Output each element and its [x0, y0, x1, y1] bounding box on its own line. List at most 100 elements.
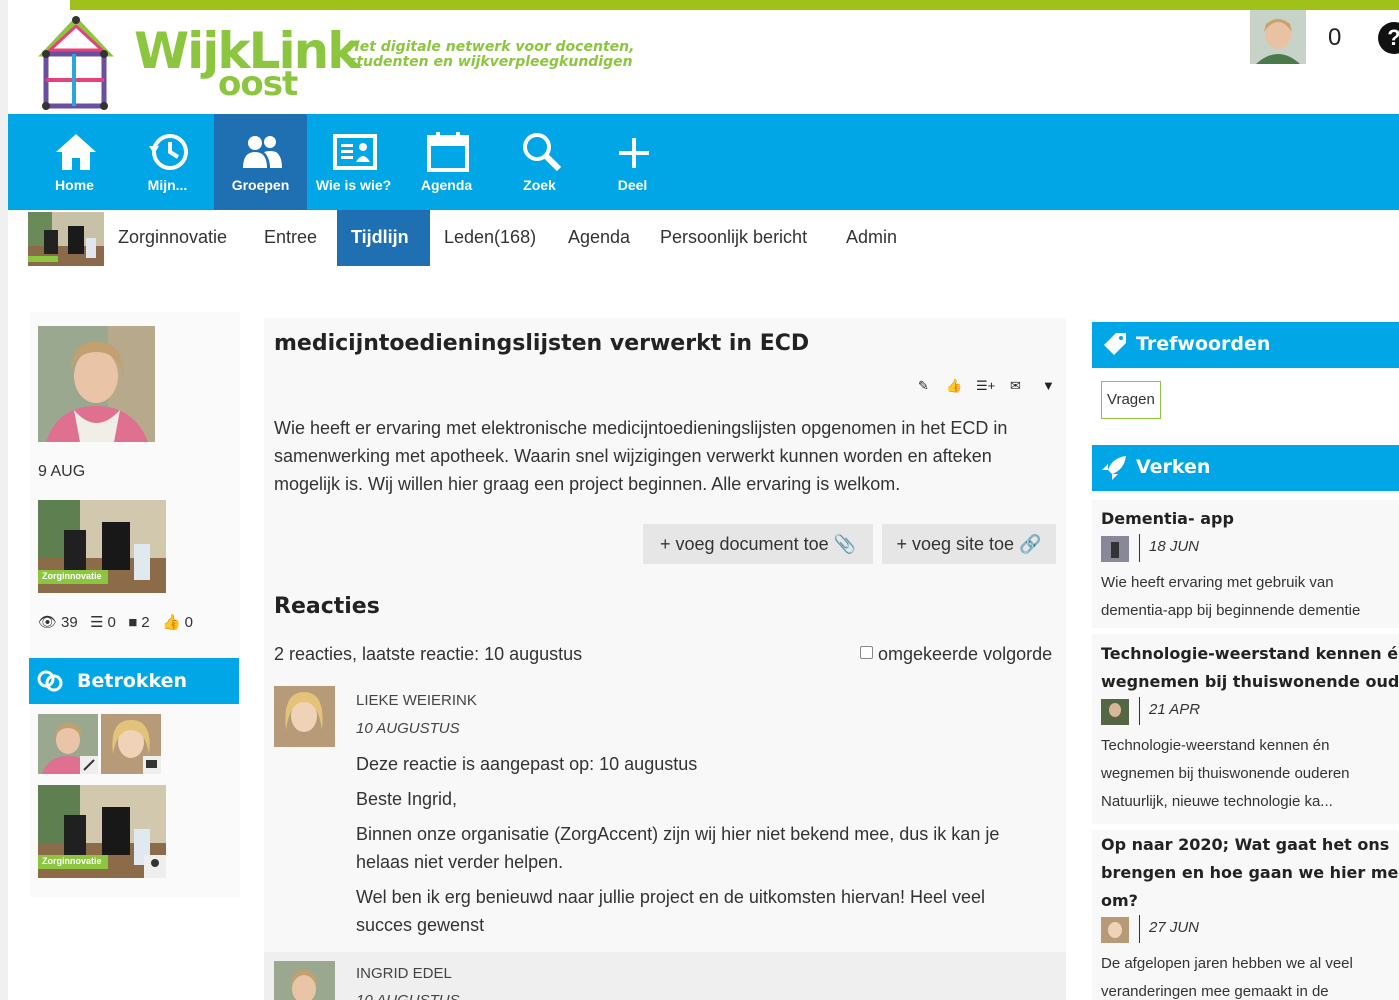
post-stats: 👁 39 ☰ 0 ■ 2 👍 0 — [38, 613, 197, 631]
reply-paragraph-1: Binnen onze organisatie (ZorgAccent) zij… — [356, 824, 1000, 872]
verken-header: Verken — [1092, 445, 1399, 491]
verken-item-title-line-3[interactable]: om? — [1101, 887, 1399, 915]
subnav-persoonlijk-bericht[interactable]: Persoonlijk bericht — [646, 210, 821, 266]
link-icon: 🔗 — [1019, 534, 1042, 554]
add-site-label: + voeg site toe — [896, 534, 1015, 554]
site-header: WijkLink oost Het digitale netwerk voor … — [8, 10, 1399, 114]
post-body: Wie heeft er ervaring met elektronische … — [274, 418, 1008, 494]
nav-deel[interactable]: Deel — [586, 114, 679, 210]
eye-icon: 👁 — [38, 614, 58, 631]
paperclip-icon: 📎 — [833, 534, 857, 554]
main-navigation: Home Mijn... Groepen Wie is wie? Agenda … — [8, 114, 1399, 210]
reacties-heading: Reacties — [274, 594, 380, 619]
verken-item-description: De afgelopen jaren hebben we al veel ver… — [1101, 955, 1353, 1000]
chevron-down-icon[interactable]: ▼ — [1042, 378, 1055, 393]
list-icon: ☰ — [85, 614, 104, 631]
user-avatar[interactable] — [1250, 10, 1306, 64]
nav-agenda-label: Agenda — [420, 177, 473, 193]
tag-icon — [1104, 333, 1126, 355]
search-icon — [523, 133, 562, 172]
verken-item-description: Wie heeft ervaring met gebruik van demen… — [1101, 574, 1361, 619]
site-logo[interactable]: WijkLink oost — [36, 14, 361, 110]
nav-home[interactable]: Home — [28, 114, 121, 210]
post-title: medicijntoedieningslijsten verwerkt in E… — [274, 331, 810, 356]
add-document-label: + voeg document toe — [659, 534, 829, 554]
notification-count[interactable]: 0 — [1328, 24, 1341, 52]
reacties-count: 2 reacties, laatste reactie: 10 augustus — [274, 644, 583, 664]
author-photo[interactable] — [38, 326, 155, 442]
reverse-order-toggle[interactable]: omgekeerde volgorde — [860, 644, 1052, 665]
top-accent-bar — [70, 0, 1399, 10]
reverse-order-checkbox[interactable] — [860, 646, 873, 659]
comment-icon: ■ — [124, 614, 138, 631]
rocket-icon — [1102, 456, 1126, 480]
nav-agenda[interactable]: Agenda — [400, 114, 493, 210]
edit-icon[interactable]: ✎ — [918, 378, 929, 394]
tagline-line-2: studenten en wijkverpleegkundigen — [348, 54, 633, 70]
trefwoorden-header: Trefwoorden — [1092, 322, 1399, 368]
involved-group-label: Zorginnovatie — [42, 856, 102, 866]
verken-item-date: 27 JUN — [1149, 919, 1200, 936]
views-count: 39 — [61, 614, 78, 631]
add-document-button[interactable]: + voeg document toe 📎 — [643, 524, 873, 564]
nav-groepen[interactable]: Groepen — [214, 114, 307, 210]
reply-edited-note: Deze reactie is aangepast op: 10 augustu… — [356, 754, 698, 774]
verken-item-date: 18 JUN — [1149, 538, 1200, 555]
add-to-list-icon[interactable]: ☰+ — [976, 378, 995, 394]
likes-count: 0 — [184, 614, 193, 631]
reply-date: 10 augustus — [356, 720, 460, 737]
subnav-tijdlijn[interactable]: Tijdlijn — [337, 210, 430, 266]
verken-item-title-line-2[interactable]: wegnemen bij thuiswonende ouderen — [1101, 668, 1399, 696]
nav-zoek-label: Zoek — [523, 177, 556, 193]
help-icon[interactable]: ? — [1378, 22, 1399, 54]
verken-item-title[interactable]: Dementia- app — [1101, 505, 1399, 533]
nav-zoek[interactable]: Zoek — [493, 114, 586, 210]
verken-item-description: Technologie-weerstand kennen én wegnemen… — [1101, 737, 1350, 810]
tag-vragen[interactable]: Vragen — [1101, 381, 1161, 419]
involved-user-avatar[interactable] — [38, 714, 98, 774]
verken-author-thumb — [1101, 917, 1129, 943]
thumbs-up-icon[interactable]: 👍 — [946, 378, 962, 394]
reply-author-name[interactable]: Lieke Weierink — [356, 692, 477, 709]
id-card-icon — [333, 134, 377, 170]
verken-item-title-line-1[interactable]: Technologie-weerstand kennen én — [1101, 640, 1399, 668]
group-thumbnail[interactable] — [28, 212, 104, 266]
verken-item-title-line-1[interactable]: Op naar 2020; Wat gaat het ons — [1101, 831, 1399, 859]
home-icon — [56, 134, 96, 170]
add-site-button[interactable]: + voeg site toe 🔗 — [882, 524, 1056, 564]
reply-author-photo[interactable] — [274, 961, 335, 1000]
reply-greeting: Beste Ingrid, — [356, 789, 458, 809]
reply-author-name[interactable]: Ingrid Edel — [356, 965, 452, 982]
group-subnav: Zorginnovatie Entree Tijdlijn Leden(168)… — [8, 210, 1399, 266]
nav-mijn-label: Mijn... — [147, 177, 188, 193]
plus-icon — [619, 138, 649, 168]
subnav-entree[interactable]: Entree — [250, 210, 331, 266]
nav-wie-is-wie-label: Wie is wie? — [315, 177, 392, 193]
reply-paragraph-2: Wel ben ik erg benieuwd naar jullie proj… — [356, 887, 986, 935]
verken-author-thumb — [1101, 699, 1129, 725]
logo-subtext: oost — [218, 64, 298, 104]
subnav-agenda[interactable]: Agenda — [554, 210, 644, 266]
nav-mijn[interactable]: Mijn... — [121, 114, 214, 210]
verken-author-thumb — [1101, 536, 1129, 562]
group-icon — [243, 136, 282, 168]
reply-author-photo[interactable] — [274, 686, 335, 747]
nav-groepen-label: Groepen — [231, 177, 290, 193]
verken-item-title-line-2[interactable]: brengen en hoe gaan we hier mee — [1101, 859, 1399, 887]
calendar-icon — [427, 132, 469, 172]
post-date: 9 AUG — [38, 463, 86, 480]
link-icon — [37, 670, 63, 692]
reply-date: 10 augustus — [356, 992, 460, 1000]
history-icon — [149, 134, 188, 170]
nav-deel-label: Deel — [617, 177, 648, 193]
subnav-leden[interactable]: Leden(168) — [430, 210, 550, 266]
verken-item-date: 21 APR — [1149, 701, 1201, 718]
reverse-order-label: omgekeerde volgorde — [878, 644, 1053, 664]
nav-home-label: Home — [55, 177, 94, 193]
mail-icon[interactable]: ✉ — [1010, 378, 1021, 394]
thumbs-up-icon: 👍 — [157, 614, 181, 631]
subnav-admin[interactable]: Admin — [832, 210, 911, 266]
involved-user-avatar[interactable] — [101, 714, 161, 774]
nav-wie-is-wie[interactable]: Wie is wie? — [307, 114, 400, 210]
subnav-group-name[interactable]: Zorginnovatie — [104, 210, 241, 266]
